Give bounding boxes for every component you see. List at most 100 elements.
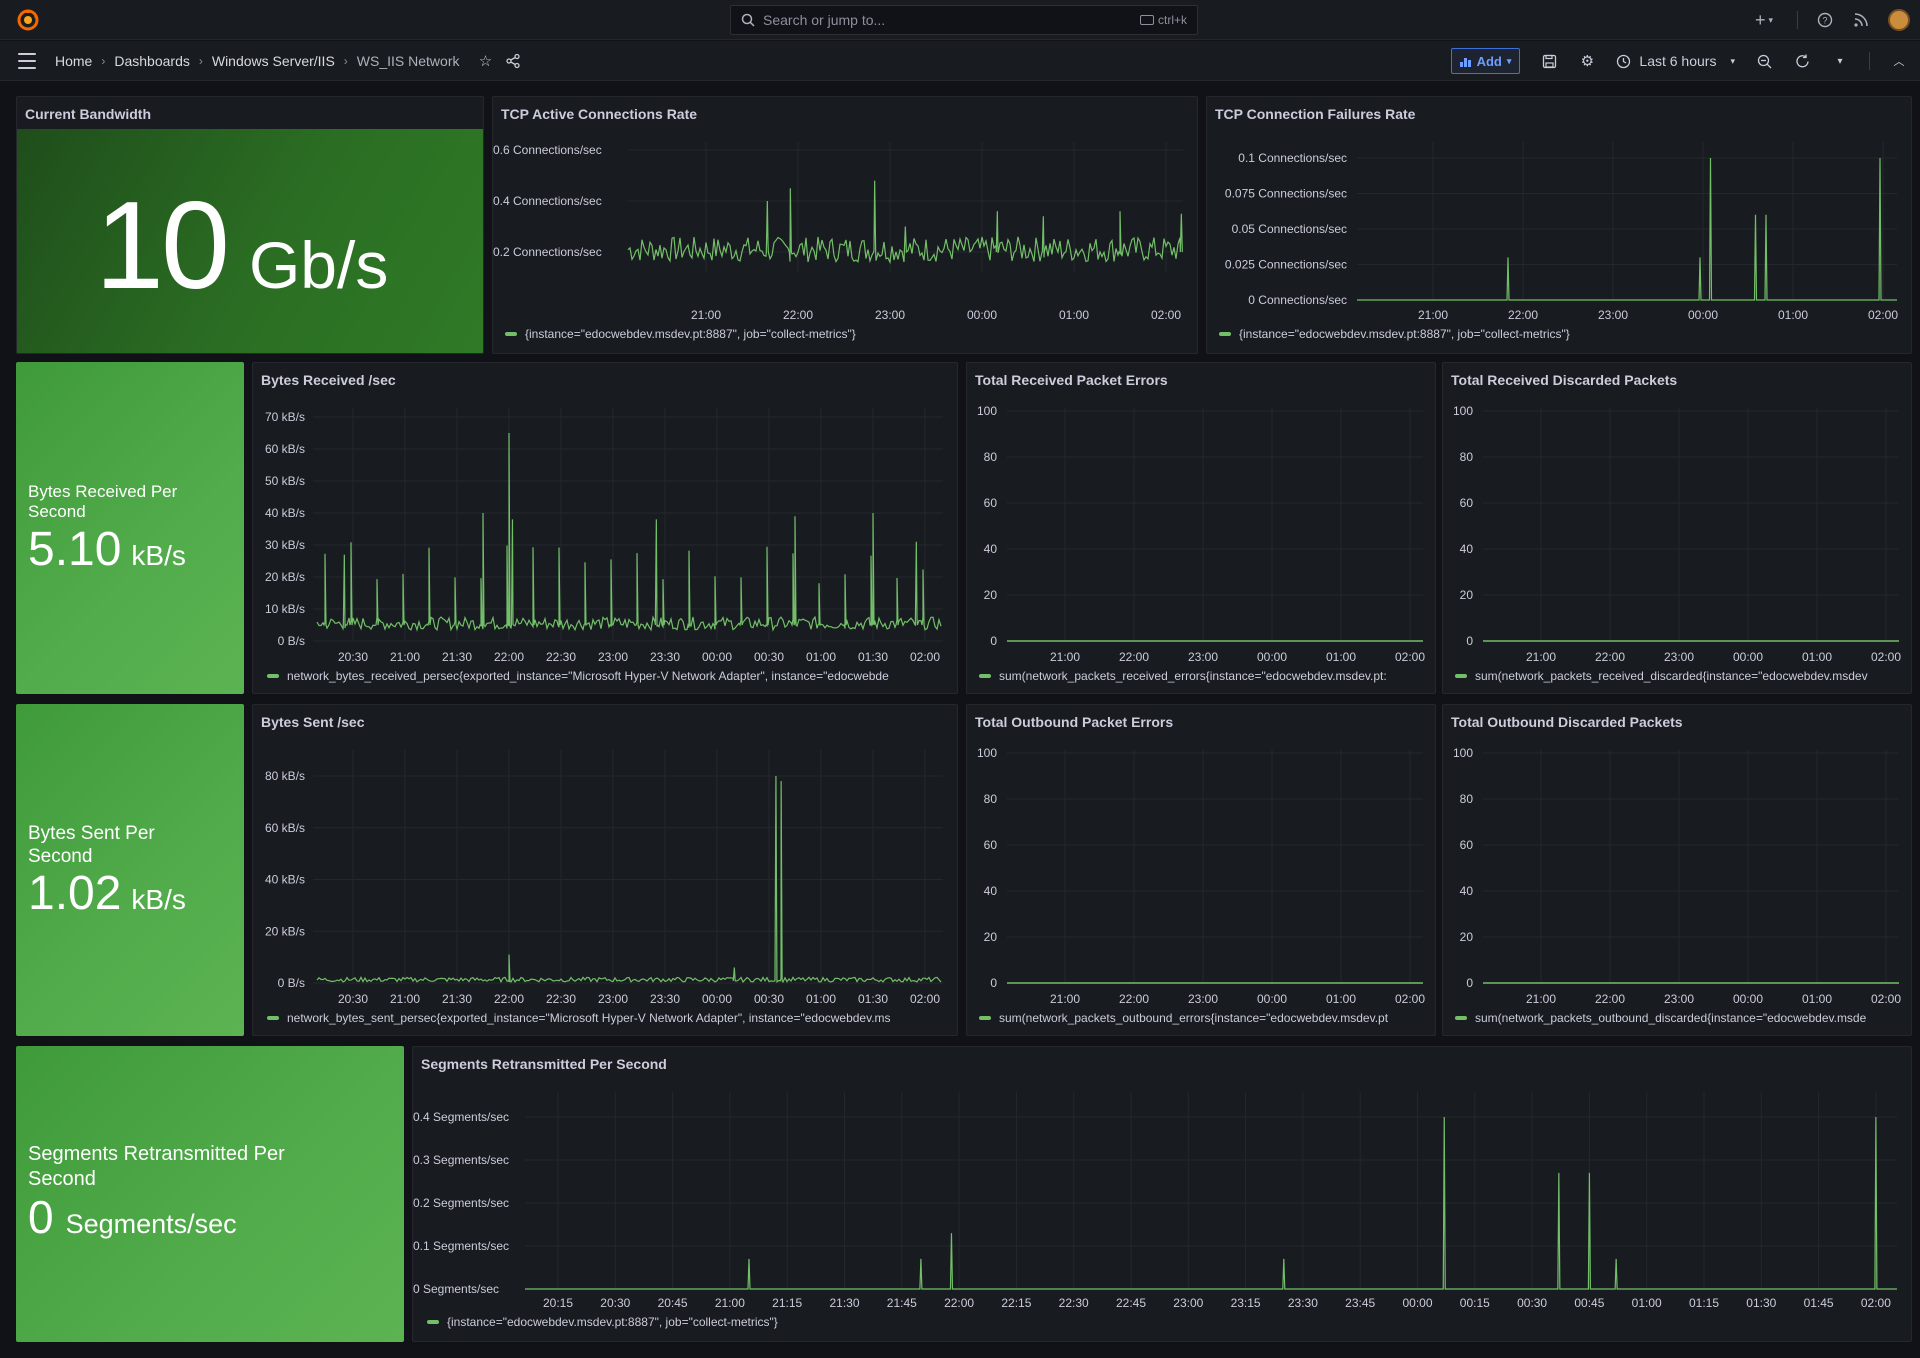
add-label: Add xyxy=(1476,53,1502,69)
y-tick-label: 20 xyxy=(1460,588,1474,602)
news-rss-icon[interactable] xyxy=(1852,11,1870,29)
gear-icon[interactable]: ⚙ xyxy=(1578,52,1596,70)
y-tick-label: 80 xyxy=(984,792,998,806)
y-tick-label: 40 kB/s xyxy=(265,506,305,520)
y-tick-label: 0.4 Connections/sec xyxy=(493,194,602,208)
outbound-errors-chart[interactable]: 100 80 60 40 20 0 21:00 22:00 23:00 00:00 01:00 02:… xyxy=(967,705,1436,1036)
search-input[interactable]: Search or jump to... ctrl+k xyxy=(730,5,1198,35)
bytes-sent-chart[interactable]: 80 kB/s 60 kB/s 40 kB/s 20 kB/s 0 B/s 20:30 21… xyxy=(253,705,958,1036)
stat-value-group: 0 Segments/sec xyxy=(28,1190,237,1244)
breadcrumb-folder[interactable]: Windows Server/IIS xyxy=(212,53,335,69)
x-tick-label: 02:00 xyxy=(1868,308,1898,322)
x-tick-label: 21:30 xyxy=(829,1296,859,1310)
chart-legend[interactable]: sum(network_packets_received_discarded{i… xyxy=(1455,669,1909,683)
x-tick-label: 00:00 xyxy=(702,992,732,1006)
series-swatch xyxy=(505,332,517,336)
chevron-right-icon: › xyxy=(198,54,203,68)
x-tick-label: 00:00 xyxy=(1257,992,1287,1006)
x-tick-label: 21:45 xyxy=(887,1296,917,1310)
save-icon[interactable] xyxy=(1540,52,1558,70)
x-tick-label: 01:15 xyxy=(1689,1296,1719,1310)
chart-legend[interactable]: {instance="edocwebdev.msdev.pt:8887", jo… xyxy=(427,1315,1907,1329)
new-plus-icon[interactable]: + ▾ xyxy=(1749,10,1779,30)
received-errors-chart[interactable]: 100 80 60 40 20 0 21:00 22:00 23:00 00:00 01:00 02:… xyxy=(967,363,1436,694)
x-tick-label: 02:00 xyxy=(1861,1296,1891,1310)
y-tick-label: 80 xyxy=(1460,792,1474,806)
stat-value: 0 xyxy=(28,1191,54,1243)
x-tick-label: 22:30 xyxy=(1059,1296,1089,1310)
x-tick-label: 23:30 xyxy=(650,992,680,1006)
help-icon[interactable]: ? xyxy=(1816,11,1834,29)
x-tick-label: 23:00 xyxy=(1664,650,1694,664)
y-tick-label: 60 xyxy=(984,496,998,510)
x-tick-label: 22:00 xyxy=(494,992,524,1006)
chart-legend[interactable]: sum(network_packets_outbound_errors{inst… xyxy=(979,1011,1433,1025)
x-tick-label: 01:30 xyxy=(858,992,888,1006)
user-avatar[interactable] xyxy=(1888,9,1910,31)
x-tick-label: 23:00 xyxy=(875,308,905,322)
legend-label: network_bytes_received_persec{exported_i… xyxy=(287,669,889,683)
segments-stat-panel: Segments Retransmitted Per Second 0 Segm… xyxy=(16,1046,404,1342)
x-tick-label: 23:00 xyxy=(598,992,628,1006)
menu-icon[interactable] xyxy=(18,53,36,69)
x-tick-label: 23:00 xyxy=(1188,992,1218,1006)
x-tick-label: 22:00 xyxy=(783,308,813,322)
breadcrumb-dashboards[interactable]: Dashboards xyxy=(114,53,190,69)
x-tick-label: 01:00 xyxy=(1326,992,1356,1006)
segments-retransmitted-chart[interactable]: 0.4 Segments/sec 0.3 Segments/sec 0.2 Segm… xyxy=(413,1047,1912,1342)
breadcrumb-home[interactable]: Home xyxy=(55,53,92,69)
chart-legend[interactable]: {instance="edocwebdev.msdev.pt:8887", jo… xyxy=(505,327,1195,341)
segments-retransmitted-panel: Segments Retransmitted Per Second 0.4 Se… xyxy=(412,1046,1912,1342)
y-tick-label: 60 xyxy=(1460,838,1474,852)
outbound-discarded-chart[interactable]: 100 80 60 40 20 0 21:00 22:00 23:00 00:00 01:00 02:… xyxy=(1443,705,1912,1036)
bytes-received-chart[interactable]: 70 kB/s 60 kB/s 50 kB/s 40 kB/s 30 kB/s 20 kB… xyxy=(253,363,958,694)
x-tick-label: 21:00 xyxy=(1526,992,1556,1006)
shortcut-label: ctrl+k xyxy=(1157,13,1187,27)
x-tick-label: 01:00 xyxy=(1802,992,1832,1006)
refresh-interval-chevron-icon[interactable]: ▾ xyxy=(1831,52,1849,70)
y-tick-label: 40 xyxy=(1460,542,1474,556)
time-range-picker[interactable]: Last 6 hours ▾ xyxy=(1616,53,1735,69)
x-tick-label: 00:00 xyxy=(1688,308,1718,322)
y-tick-label: 0.2 Connections/sec xyxy=(493,245,602,259)
y-tick-label: 0 B/s xyxy=(278,634,305,648)
search-placeholder: Search or jump to... xyxy=(763,12,886,28)
x-tick-label: 02:00 xyxy=(1871,992,1901,1006)
x-tick-label: 21:00 xyxy=(1050,992,1080,1006)
time-range-label: Last 6 hours xyxy=(1639,53,1717,69)
x-tick-label: 02:00 xyxy=(910,650,940,664)
x-tick-label: 23:00 xyxy=(1188,650,1218,664)
x-tick-label: 00:00 xyxy=(1733,650,1763,664)
series-swatch xyxy=(1455,1016,1467,1020)
zoom-out-icon[interactable] xyxy=(1755,52,1773,70)
chart-legend[interactable]: network_bytes_sent_persec{exported_insta… xyxy=(267,1011,955,1025)
series-line xyxy=(627,180,1183,265)
x-tick-label: 01:30 xyxy=(1746,1296,1776,1310)
chart-legend[interactable]: network_bytes_received_persec{exported_i… xyxy=(267,669,955,683)
x-tick-label: 21:00 xyxy=(1526,650,1556,664)
collapse-chevron-up-icon[interactable]: ︿ xyxy=(1890,52,1908,70)
star-icon[interactable]: ☆ xyxy=(477,52,495,70)
chart-legend[interactable]: sum(network_packets_outbound_discarded{i… xyxy=(1455,1011,1909,1025)
y-tick-label: 100 xyxy=(977,746,997,760)
x-tick-label: 00:30 xyxy=(1517,1296,1547,1310)
keyboard-shortcut: ctrl+k xyxy=(1139,13,1187,27)
chart-legend[interactable]: sum(network_packets_received_errors{inst… xyxy=(979,669,1433,683)
chart-legend[interactable]: {instance="edocwebdev.msdev.pt:8887", jo… xyxy=(1219,327,1909,341)
x-tick-label: 22:00 xyxy=(1595,992,1625,1006)
y-tick-label: 40 kB/s xyxy=(265,873,305,887)
x-tick-label: 21:30 xyxy=(442,650,472,664)
y-tick-label: 80 kB/s xyxy=(265,769,305,783)
refresh-icon[interactable] xyxy=(1793,52,1811,70)
received-discarded-chart[interactable]: 100 80 60 40 20 0 21:00 22:00 23:00 00:00 01:00 02:… xyxy=(1443,363,1912,694)
tcp-failures-chart[interactable]: 0.1 Connections/sec 0.075 Connections/sec… xyxy=(1207,97,1912,354)
bytes-received-stat-panel: Bytes Received Per Second 5.10 kB/s xyxy=(16,362,244,694)
tcp-active-chart[interactable]: 0.6 Connections/sec 0.4 Connections/sec 0.… xyxy=(493,97,1198,354)
x-tick-label: 02:00 xyxy=(1395,992,1425,1006)
add-button[interactable]: Add ▾ xyxy=(1450,48,1521,74)
share-icon[interactable] xyxy=(504,52,522,70)
stat-value-group: 5.10 kB/s xyxy=(28,522,186,577)
y-tick-label: 40 xyxy=(984,542,998,556)
grafana-logo-icon[interactable] xyxy=(16,8,40,32)
stat-label: Bytes Received Per Second xyxy=(28,482,178,521)
